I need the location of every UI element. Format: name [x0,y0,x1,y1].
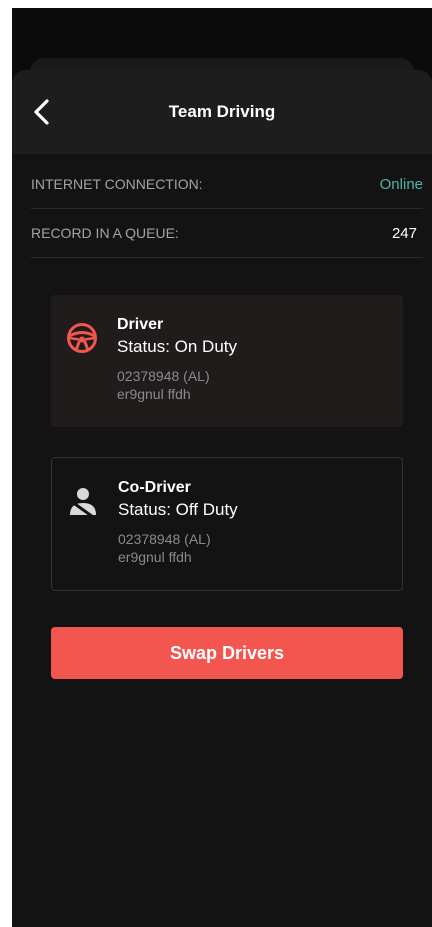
internet-connection-value: Online [379,175,423,193]
driver-info: Driver Status: On Duty 02378948 (AL) er9… [117,315,237,403]
page-title: Team Driving [168,102,276,121]
driver-status: Status: On Duty [117,337,237,356]
codriver-role: Co-Driver [118,479,191,496]
steering-wheel-icon [67,323,97,353]
back-button[interactable] [22,92,62,132]
swap-drivers-button[interactable]: Swap Drivers [51,627,403,679]
user-off-icon [70,488,96,518]
record-queue-label: RECORD IN A QUEUE: [31,225,179,241]
internet-connection-label: INTERNET CONNECTION: [31,176,203,192]
record-queue-row: RECORD IN A QUEUE: 247 [31,209,423,258]
team-driving-sheet: Team Driving INTERNET CONNECTION: Online… [12,70,432,927]
chevron-left-icon [34,99,49,125]
driver-role: Driver [117,316,164,333]
internet-connection-row: INTERNET CONNECTION: Online [31,160,423,209]
codriver-card[interactable]: Co-Driver Status: Off Duty 02378948 (AL)… [51,457,403,591]
driver-card[interactable]: Driver Status: On Duty 02378948 (AL) er9… [51,295,403,427]
codriver-info: Co-Driver Status: Off Duty 02378948 (AL)… [118,478,238,566]
app-screen: Team Driving INTERNET CONNECTION: Online… [12,8,432,927]
header-bar: Team Driving [12,70,432,154]
driver-name: er9gnul ffdh [117,386,191,402]
codriver-status: Status: Off Duty [118,500,238,519]
codriver-name: er9gnul ffdh [118,549,192,565]
record-queue-value: 247 [391,224,417,242]
codriver-code: 02378948 (AL) [118,531,211,547]
driver-code: 02378948 (AL) [117,368,210,384]
